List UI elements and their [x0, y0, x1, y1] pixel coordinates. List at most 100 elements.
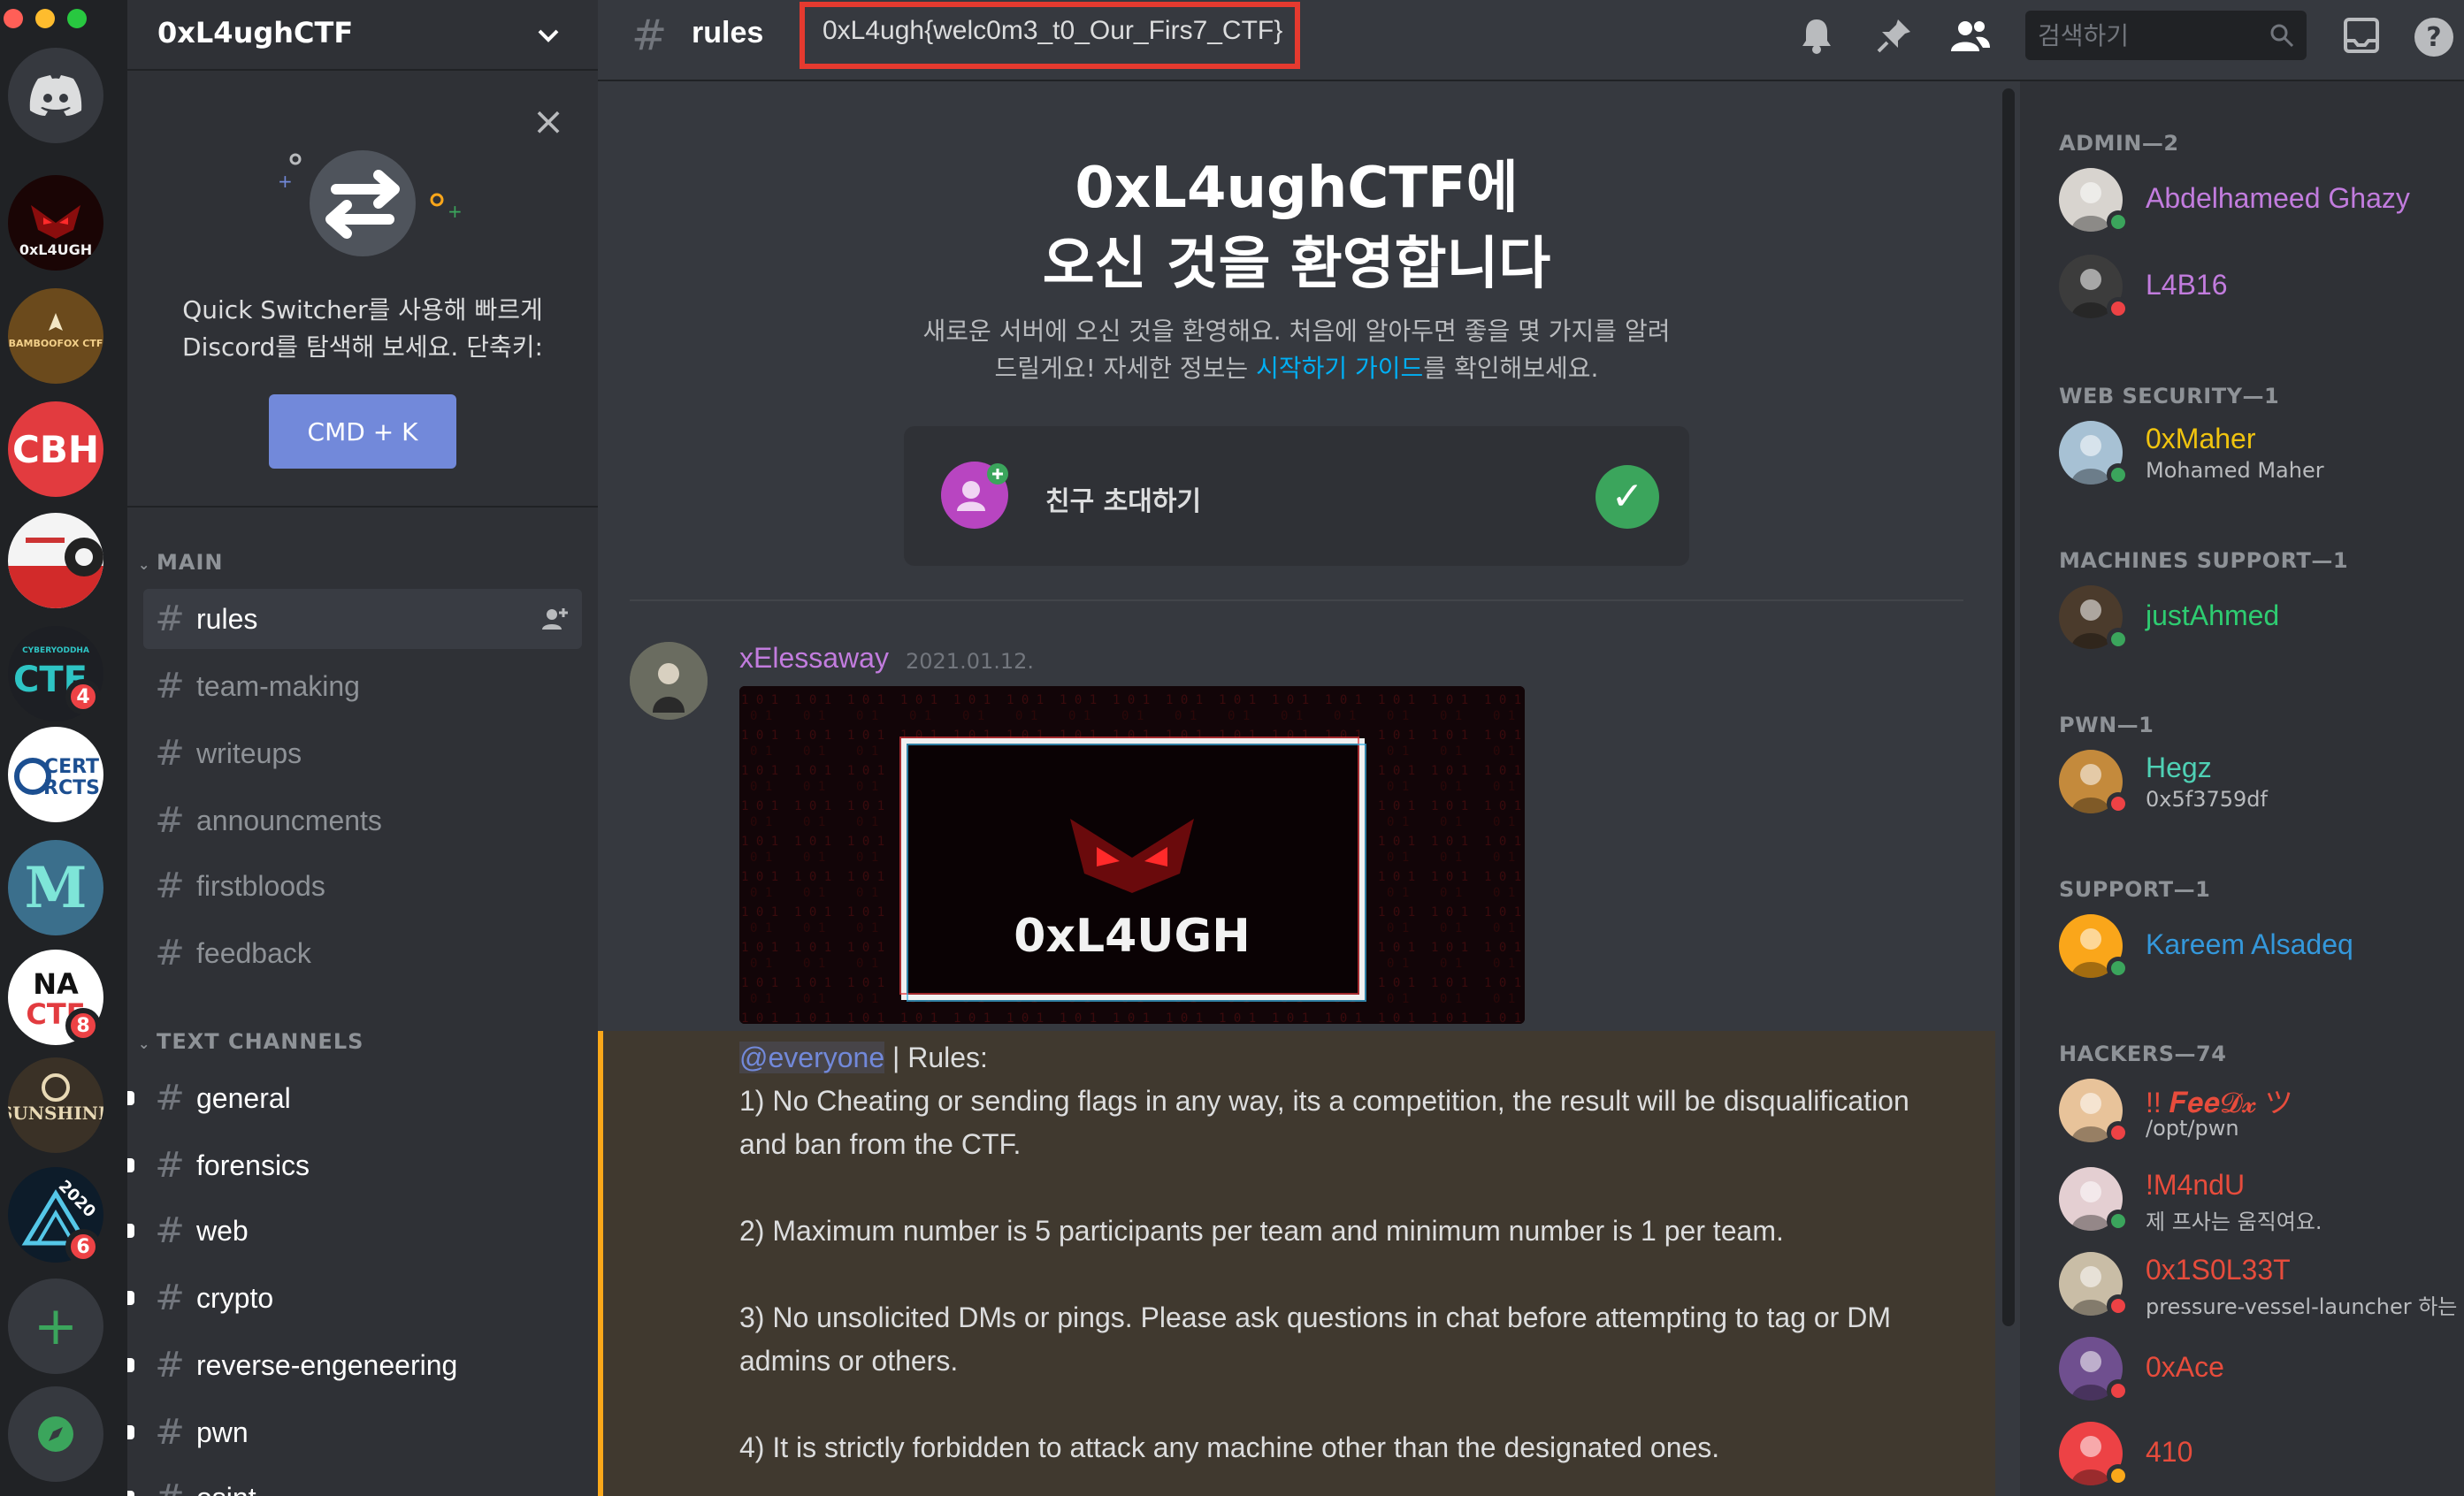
quick-switcher-text: Quick Switcher를 사용해 빠르게 Discord를 탐색해 보세요…: [182, 295, 543, 362]
channel-reverse-engeneering[interactable]: # reverse-engeneering: [127, 1335, 582, 1395]
minimize-window-button[interactable]: [35, 9, 55, 28]
server-cert-rcts[interactable]: CERT RCTS: [8, 727, 103, 822]
text: 드릴게요! 자세한 정보는: [994, 354, 1257, 383]
member-custom-status: 0x5f3759df: [2146, 787, 2268, 812]
message-author[interactable]: xElessaway: [739, 642, 889, 675]
invite-friends-card[interactable]: 친구 초대하기 ✓: [904, 426, 1689, 566]
channel-team-making[interactable]: # team-making: [143, 656, 582, 716]
channel-pwn[interactable]: # pwn: [127, 1402, 582, 1462]
message-timestamp: 2021.01.12.: [906, 649, 1035, 674]
server-sunshine[interactable]: SUNSHINE: [8, 1057, 103, 1153]
member-name[interactable]: Abdelhameed Ghazy: [2146, 182, 2410, 215]
member-name[interactable]: L4B16: [2146, 269, 2228, 301]
channel-topic[interactable]: 0xL4ugh{welc0m3_t0_Our_Firs7_CTF}: [823, 16, 1282, 46]
member-name[interactable]: Hegz: [2146, 752, 2212, 784]
channel-firstbloods[interactable]: # firstbloods: [143, 856, 582, 916]
rule-item: 1) No Cheating or sending flags in any w…: [739, 1085, 1917, 1160]
search-field[interactable]: [2025, 11, 2307, 60]
text: 를 확인해보세요.: [1423, 354, 1599, 383]
message-line: @everyone | Rules:: [739, 1036, 1942, 1080]
channel-osint[interactable]: #osint: [127, 1468, 582, 1496]
getting-started-guide-link[interactable]: 시작하기 가이드: [1256, 354, 1423, 383]
channel-feedback[interactable]: # feedback: [143, 923, 582, 983]
unread-indicator: [127, 1091, 134, 1105]
server-m[interactable]: M: [8, 840, 103, 935]
server-meituan[interactable]: [8, 513, 103, 608]
message-content: @everyone | Rules: 1) No Cheating or sen…: [739, 1036, 1942, 1469]
channel-title: rules: [692, 16, 764, 50]
hashtag-icon: #: [155, 1145, 185, 1186]
channel-rules[interactable]: # rules: [143, 589, 582, 649]
pin-icon[interactable]: [1873, 16, 1916, 58]
member-name[interactable]: 0x1S0L33T: [2146, 1254, 2291, 1286]
category-text-channels[interactable]: ⌄ TEXT CHANNELS: [138, 1029, 363, 1054]
checkmark-icon: ✓: [1595, 465, 1659, 529]
role-header: ADMIN—2: [2059, 131, 2179, 156]
server-bamboofox[interactable]: BAMBOOFOX CTF: [8, 288, 103, 384]
svg-text:RCTS: RCTS: [43, 777, 100, 799]
zoom-window-button[interactable]: [67, 9, 87, 28]
role-header: WEB SECURITY—1: [2059, 384, 2280, 408]
close-window-button[interactable]: [4, 9, 23, 28]
member-name[interactable]: Kareem Alsadeq: [2146, 928, 2353, 961]
member-name[interactable]: !M4ndU: [2146, 1169, 2245, 1202]
member-list-icon[interactable]: [1949, 16, 1992, 58]
hashtag-icon: #: [155, 1078, 185, 1118]
add-member-icon[interactable]: [539, 605, 568, 633]
channel-label: feedback: [196, 936, 311, 969]
svg-text:+: +: [448, 201, 463, 222]
quick-switcher-button[interactable]: CMD + K: [269, 394, 456, 469]
chevron-down-icon[interactable]: [531, 18, 566, 53]
avatar[interactable]: [630, 642, 708, 720]
member-name[interactable]: 0xAce: [2146, 1351, 2224, 1384]
unread-indicator: [127, 1358, 134, 1372]
explore-servers-icon[interactable]: [8, 1386, 103, 1482]
online-status-icon: [2107, 957, 2130, 980]
hashtag-icon: #: [155, 866, 185, 906]
channel-label: team-making: [196, 669, 360, 702]
hashtag-icon: #: [155, 733, 185, 774]
unread-indicator: [127, 1224, 134, 1238]
unread-indicator: [127, 1491, 134, 1496]
close-icon[interactable]: ×: [531, 103, 566, 141]
channel-label: forensics: [196, 1149, 310, 1181]
role-header: MACHINES SUPPORT—1: [2059, 548, 2349, 573]
unread-indicator: [127, 1425, 134, 1439]
channel-crypto[interactable]: # crypto: [127, 1268, 582, 1328]
server-header[interactable]: 0xL4ughCTF: [127, 0, 598, 71]
channel-label: announcments: [196, 804, 382, 836]
welcome-subtitle: 새로운 서버에 오신 것을 환영해요. 처음에 알아두면 좋을 몇 가지를 알려…: [598, 313, 1995, 387]
svg-text:CYBERYODDHA: CYBERYODDHA: [22, 646, 89, 655]
bell-icon[interactable]: [1795, 16, 1838, 58]
discord-home-icon[interactable]: [8, 48, 103, 143]
text: | Rules:: [884, 1042, 988, 1073]
unread-indicator: [127, 1291, 134, 1305]
unread-badge: 4: [65, 679, 101, 714]
server-cbh[interactable]: CBH: [8, 401, 103, 497]
channel-label: writeups: [196, 737, 302, 769]
message-image[interactable]: 1 0 1 0 1 0xL4UGH: [739, 686, 1525, 1024]
member-name[interactable]: 0xMaher: [2146, 423, 2256, 455]
channel-announcments[interactable]: # announcments: [143, 790, 582, 851]
channel-writeups[interactable]: # writeups: [143, 723, 582, 783]
member-name[interactable]: justAhmed: [2146, 599, 2279, 632]
rule-item: 3) No unsolicited DMs or pings. Please a…: [739, 1301, 1899, 1377]
channel-web[interactable]: # web: [127, 1201, 582, 1261]
channel-forensics[interactable]: # forensics: [127, 1135, 582, 1195]
search-input[interactable]: [2025, 11, 2255, 60]
server-0xl4ugh[interactable]: 0xL4UGH: [8, 175, 103, 271]
inbox-icon[interactable]: [2340, 16, 2383, 58]
member-custom-status: 제 프사는 움직여요.: [2146, 1210, 2322, 1234]
channel-general[interactable]: # general: [127, 1068, 582, 1128]
everyone-mention[interactable]: @everyone: [739, 1042, 885, 1073]
chat-scrollbar[interactable]: [2002, 88, 2015, 1326]
svg-text:?: ?: [2426, 22, 2441, 53]
category-main[interactable]: ⌄ MAIN: [138, 550, 223, 575]
help-icon[interactable]: ?: [2413, 16, 2455, 58]
add-server-icon[interactable]: +: [8, 1278, 103, 1374]
member-custom-status: Mohamed Maher: [2146, 458, 2324, 483]
member-list: ADMIN—2 Abdelhameed Ghazy L4B16 WEB SECURIT…: [2020, 81, 2464, 1496]
member-name[interactable]: 410: [2146, 1436, 2192, 1469]
channel-sidebar: 0xL4ughCTF × + + Quick Switcher를 사용해 빠르게…: [127, 0, 598, 1496]
svg-text:+: +: [278, 171, 293, 192]
